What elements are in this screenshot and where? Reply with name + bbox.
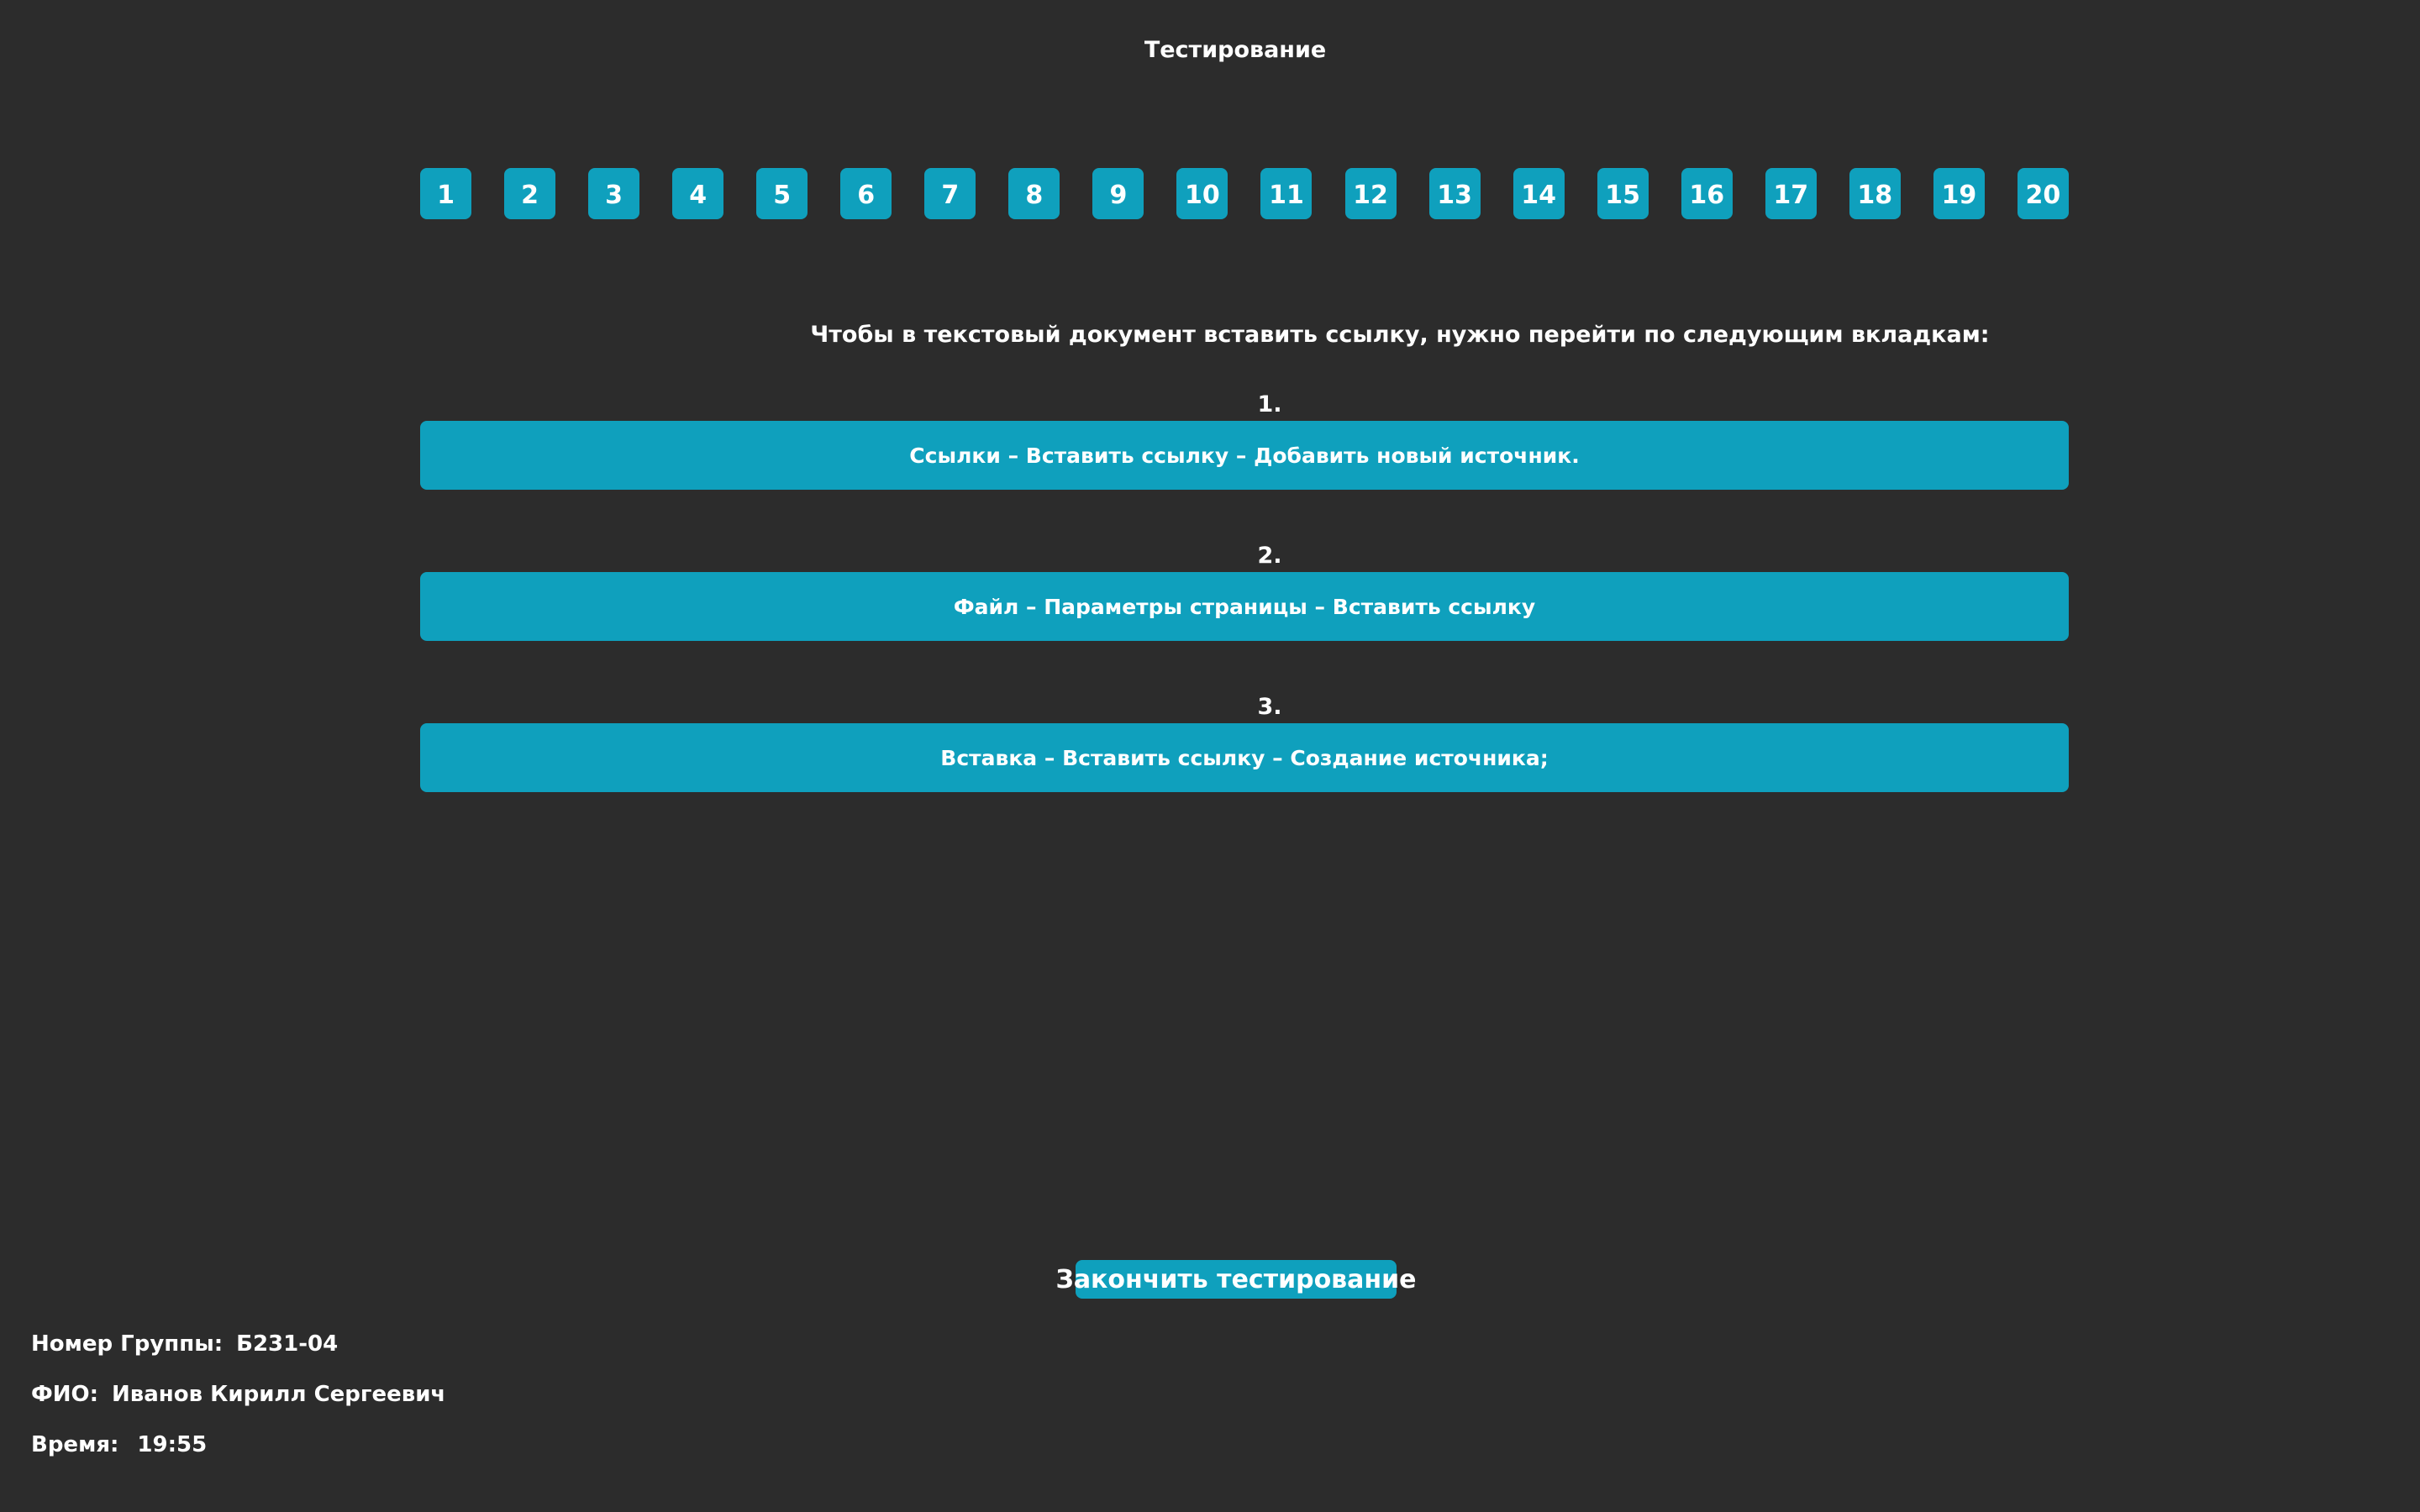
question-nav-button-10[interactable]: 10	[1176, 168, 1228, 219]
question-nav-button-3[interactable]: 3	[588, 168, 640, 219]
question-nav-button-4[interactable]: 4	[672, 168, 724, 219]
time-info: Время: 19:55	[31, 1432, 207, 1457]
group-label: Номер Группы:	[31, 1331, 224, 1357]
group-info: Номер Группы: Б231-04	[31, 1331, 338, 1357]
test-page: Тестирование 1 2 3 4 5 6 7 8 9 10 11 12 …	[0, 0, 2420, 1512]
question-nav-button-7[interactable]: 7	[924, 168, 976, 219]
answer-number: 3.	[1257, 694, 1282, 720]
question-nav-button-12[interactable]: 12	[1344, 168, 1397, 219]
question-nav-button-16[interactable]: 16	[1681, 168, 1733, 219]
question-nav-button-17[interactable]: 17	[1765, 168, 1817, 219]
question-text: Чтобы в текстовый документ вставить ссыл…	[810, 322, 1990, 348]
answer-number: 1.	[1257, 391, 1282, 417]
question-navigation: 1 2 3 4 5 6 7 8 9 10 11 12 13 14 15 16 1…	[420, 168, 2069, 220]
question-nav-button-9[interactable]: 9	[1092, 168, 1144, 219]
question-nav-button-19[interactable]: 19	[1933, 168, 1985, 219]
answer-button[interactable]: Вставка – Вставить ссылку – Создание ист…	[420, 723, 2069, 792]
page-title: Тестирование	[1144, 37, 1327, 63]
question-nav-button-2[interactable]: 2	[504, 168, 556, 219]
finish-test-button[interactable]: Закончить тестирование	[1056, 1260, 1417, 1299]
name-value: Иванов Кирилл Сергеевич	[112, 1382, 446, 1407]
question-nav-button-13[interactable]: 13	[1428, 168, 1481, 219]
time-value: 19:55	[137, 1432, 208, 1457]
answer-button[interactable]: Файл – Параметры страницы – Вставить ссы…	[420, 572, 2069, 641]
answer-option-1: 1. Ссылки – Вставить ссылку – Добавить н…	[420, 389, 2069, 490]
question-nav-button-5[interactable]: 5	[756, 168, 808, 219]
question-nav-button-8[interactable]: 8	[1008, 168, 1060, 219]
name-info: ФИО: Иванов Кирилл Сергеевич	[31, 1382, 445, 1407]
question-nav-button-20[interactable]: 20	[2017, 168, 2069, 219]
name-label: ФИО:	[31, 1382, 99, 1407]
question-nav-button-18[interactable]: 18	[1849, 168, 1901, 219]
question-nav-button-15[interactable]: 15	[1597, 168, 1649, 219]
answer-button[interactable]: Ссылки – Вставить ссылку – Добавить новы…	[420, 421, 2069, 490]
group-value: Б231-04	[236, 1331, 339, 1357]
time-label: Время:	[31, 1432, 119, 1457]
answer-option-3: 3. Вставка – Вставить ссылку – Создание …	[420, 691, 2069, 792]
question-nav-button-6[interactable]: 6	[840, 168, 892, 219]
question-nav-button-11[interactable]: 11	[1260, 168, 1313, 219]
question-nav-button-14[interactable]: 14	[1512, 168, 1565, 219]
question-nav-button-1[interactable]: 1	[420, 168, 471, 219]
answer-number: 2.	[1257, 543, 1282, 569]
answer-option-2: 2. Файл – Параметры страницы – Вставить …	[420, 540, 2069, 641]
